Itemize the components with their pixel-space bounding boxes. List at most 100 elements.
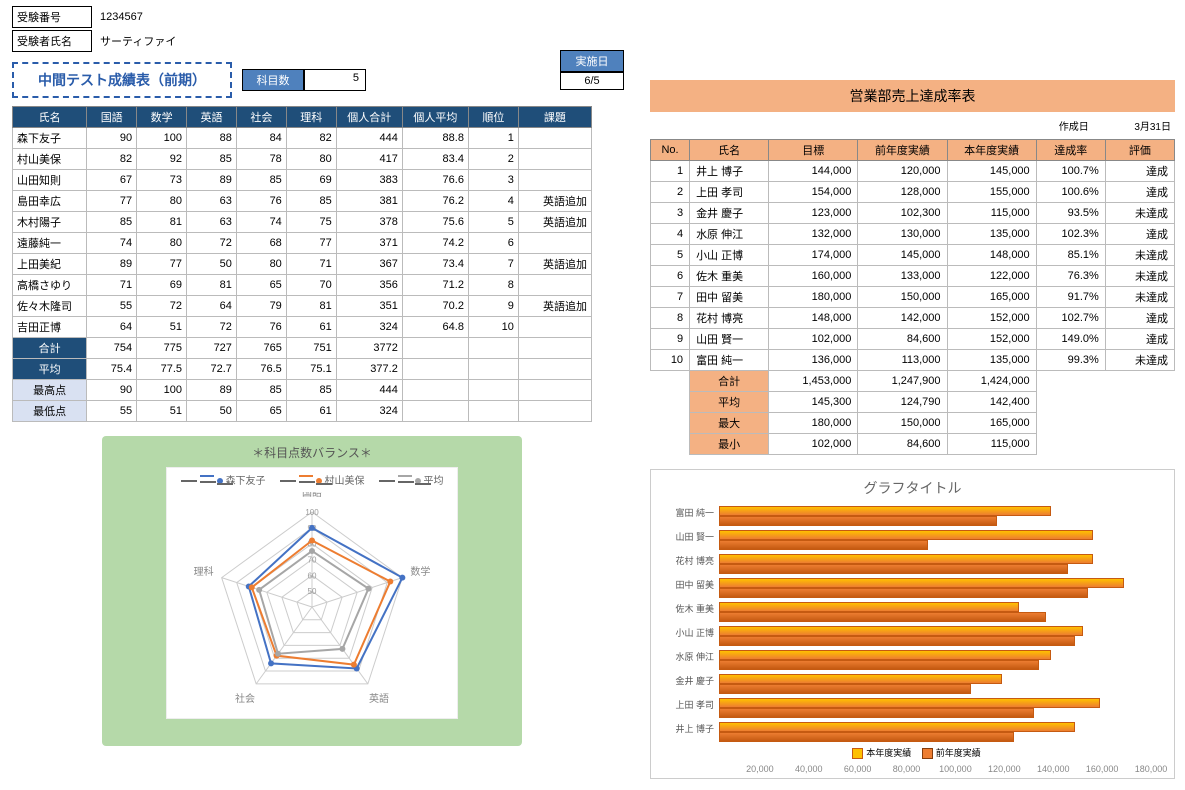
bar-xtick: 20,000 [746,764,774,774]
score-header: 国語 [87,107,137,128]
bar-segment [719,564,1068,574]
score-row: 村山美保829285788041783.42 [13,149,592,170]
score-header: 個人平均 [402,107,468,128]
score-summary-row: 平均75.477.572.776.575.1377.2 [13,359,592,380]
score-summary-row: 最低点5551506561324 [13,401,592,422]
bar-category-label: 山田 賢一 [659,530,714,543]
bar-chart-card: グラフタイトル 富田 純一山田 賢一花村 博亮田中 留美佐木 重美小山 正博水原… [650,469,1175,779]
score-row: 高橋さゆり716981657035671.28 [13,275,592,296]
score-row: 上田美紀897750807136773.47英語追加 [13,254,592,275]
examinee-name-label: 受験者氏名 [12,30,92,52]
sales-header: 評価 [1105,140,1174,161]
score-header: 英語 [187,107,237,128]
bar-category-label: 井上 博子 [659,722,714,735]
sales-header: 前年度実績 [858,140,947,161]
bar-xtick: 80,000 [893,764,921,774]
bar-chart-legend: 本年度実績 前年度実績 [659,746,1166,759]
bar-segment [719,660,1039,670]
subject-count-label: 科目数 [242,69,304,91]
sales-header: 氏名 [690,140,769,161]
bar-segment [719,722,1075,732]
bar-segment [719,708,1034,718]
exec-date-label: 実施日 [560,50,624,72]
svg-text:60: 60 [308,571,317,580]
sales-summary-row: 最大180,000150,000165,000 [651,413,1175,434]
bar-segment [719,732,1014,742]
bar-segment [719,612,1046,622]
radar-chart: 森下友子村山美保平均 国語数学英語社会理科5060708090100 [166,467,458,719]
bar-xtick: 40,000 [795,764,823,774]
score-summary-row: 合計7547757277657513772 [13,338,592,359]
svg-text:100: 100 [305,508,319,517]
score-row: 森下友子9010088848244488.81 [13,128,592,149]
bar-xtick: 100,000 [939,764,972,774]
svg-text:70: 70 [308,556,317,565]
bar-segment [719,588,1088,598]
radar-legend: 森下友子村山美保平均 [167,472,457,488]
score-row: 佐々木隆司557264798135170.29英語追加 [13,296,592,317]
sales-row: 5小山 正博174,000145,000148,00085.1%未達成 [651,245,1175,266]
score-header: 順位 [468,107,518,128]
sales-summary-row: 最小102,00084,600115,000 [651,434,1175,455]
bar-chart: 富田 純一山田 賢一花村 博亮田中 留美佐木 重美小山 正博水原 伸江金井 慶子… [719,504,1156,744]
sales-row: 10富田 純一136,000113,000135,00099.3%未達成 [651,350,1175,371]
sales-header: 目標 [769,140,858,161]
radar-title: ＊科目点数バランス＊ [110,444,514,461]
sales-summary-row: 平均145,300124,790142,400 [651,392,1175,413]
page-title: 中間テスト成績表（前期） [12,62,232,98]
score-header: 理科 [286,107,336,128]
sales-header: 達成率 [1036,140,1105,161]
bar-category-label: 富田 純一 [659,506,714,519]
svg-text:国語: 国語 [302,492,322,499]
score-header: 氏名 [13,107,87,128]
score-row: 島田幸広778063768538176.24英語追加 [13,191,592,212]
score-row: 木村陽子858163747537875.65英語追加 [13,212,592,233]
radar-chart-card: ＊科目点数バランス＊ 森下友子村山美保平均 国語数学英語社会理科50607080… [102,436,522,746]
created-label: 作成日 [1059,122,1089,133]
subject-count-value: 5 [304,69,366,91]
score-row: 遠藤純一748072687737174.26 [13,233,592,254]
sales-row: 8花村 博亮148,000142,000152,000102.7%達成 [651,308,1175,329]
bar-category-label: 小山 正博 [659,626,714,639]
svg-text:社会: 社会 [235,692,255,705]
bar-xtick: 60,000 [844,764,872,774]
sales-row: 9山田 賢一102,00084,600152,000149.0%達成 [651,329,1175,350]
bar-xtick: 120,000 [988,764,1021,774]
svg-text:数学: 数学 [410,565,430,578]
score-header: 課題 [518,107,591,128]
bar-category-label: 上田 孝司 [659,698,714,711]
bar-chart-title: グラフタイトル [659,478,1166,498]
sales-row: 3金井 慶子123,000102,300115,00093.5%未達成 [651,203,1175,224]
bar-category-label: 佐木 重美 [659,602,714,615]
score-row: 吉田正博645172766132464.810 [13,317,592,338]
bar-category-label: 田中 留美 [659,578,714,591]
bar-segment [719,636,1075,646]
bar-category-label: 金井 慶子 [659,674,714,687]
sales-header: 本年度実績 [947,140,1036,161]
bar-segment [719,674,1002,684]
bar-segment [719,626,1083,636]
bar-xtick: 160,000 [1086,764,1119,774]
bar-segment [719,506,1051,516]
sales-summary-row: 合計1,453,0001,247,9001,424,000 [651,371,1175,392]
scores-table: 氏名国語数学英語社会理科個人合計個人平均順位課題 森下友子90100888482… [12,106,592,422]
bar-xtick: 140,000 [1037,764,1070,774]
created-value: 3月31日 [1134,122,1171,133]
sales-row: 2上田 孝司154,000128,000155,000100.6%達成 [651,182,1175,203]
bar-segment [719,578,1124,588]
sales-header: No. [651,140,690,161]
exec-date-value: 6/5 [560,72,624,90]
bar-segment [719,554,1093,564]
exam-no-label: 受験番号 [12,6,92,28]
sales-title: 営業部売上達成率表 [650,80,1175,112]
sales-row: 7田中 留美180,000150,000165,00091.7%未達成 [651,287,1175,308]
sales-row: 4水原 伸江132,000130,000135,000102.3%達成 [651,224,1175,245]
exam-no-value: 1234567 [92,9,238,25]
bar-segment [719,540,928,550]
bar-segment [719,698,1100,708]
bar-xtick: 180,000 [1135,764,1168,774]
sales-row: 6佐木 重美160,000133,000122,00076.3%未達成 [651,266,1175,287]
bar-segment [719,516,997,526]
svg-text:英語: 英語 [369,692,389,705]
sales-table: No.氏名目標前年度実績本年度実績達成率評価 1井上 博子144,000120,… [650,139,1175,455]
